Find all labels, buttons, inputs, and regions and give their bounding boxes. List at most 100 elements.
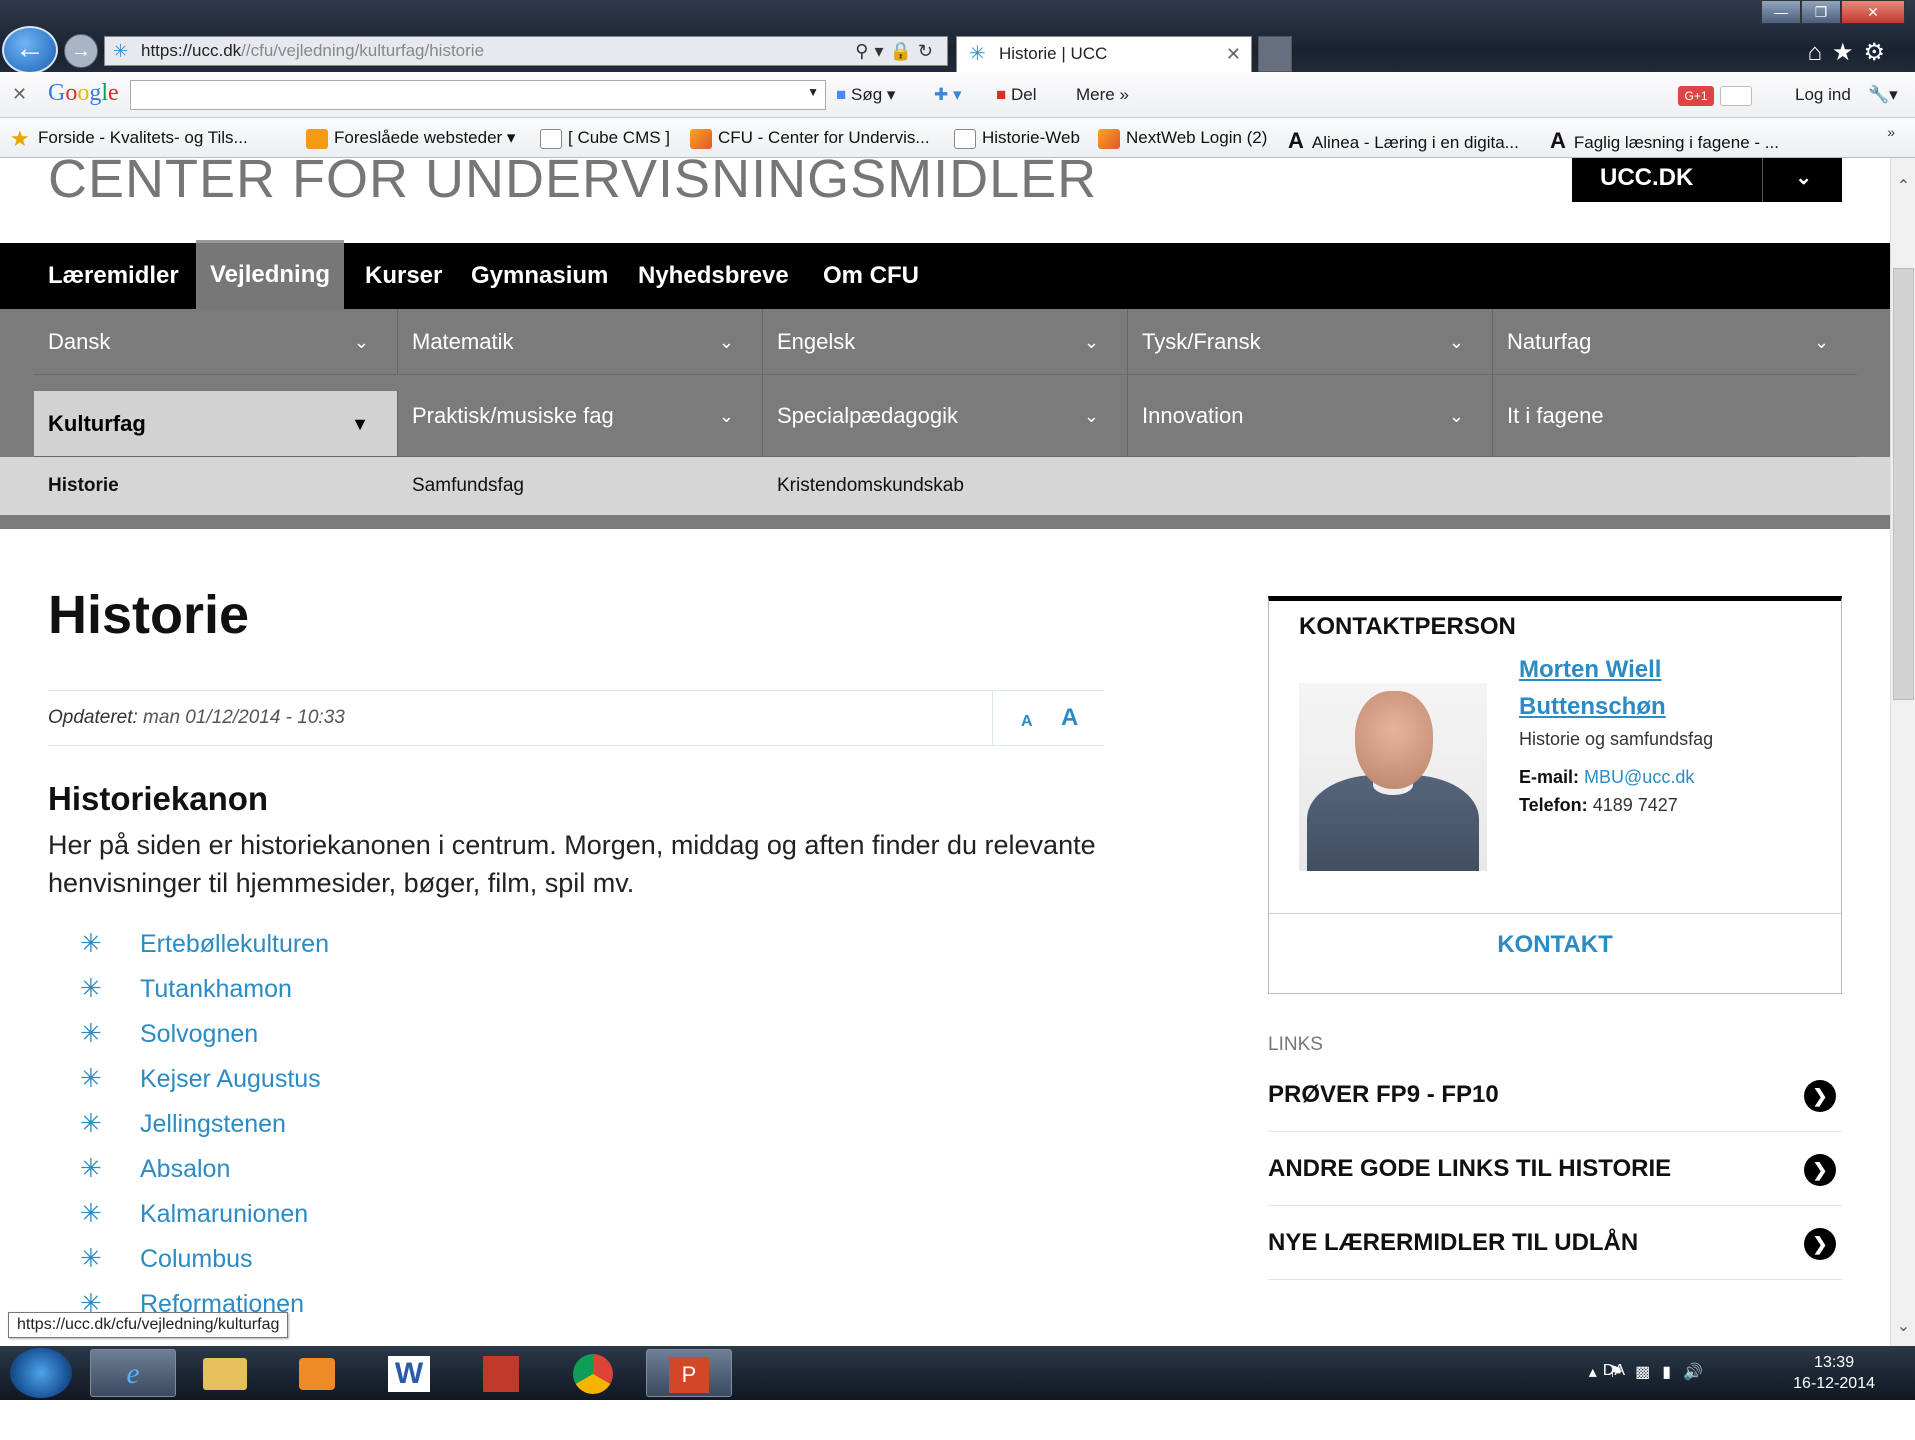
gplus-button[interactable]: G+1 (1678, 86, 1714, 106)
bullet-icon: ✳ (80, 1063, 102, 1093)
link-item[interactable]: NYE LÆRERMIDLER TIL UDLÅN ❯ (1268, 1206, 1842, 1280)
search-label: Søg (851, 85, 883, 104)
gear-icon[interactable]: ⚙ (1863, 39, 1895, 66)
kanon-link[interactable]: Kalmarunionen (140, 1200, 308, 1228)
subject-engelsk[interactable]: Engelsk ⌄ (763, 309, 1128, 375)
subsubject-samfundsfag[interactable]: Samfundsfag (412, 457, 524, 515)
ucc-label: UCC.DK (1600, 164, 1694, 191)
kanon-link[interactable]: Ertebøllekulturen (140, 930, 329, 958)
toggle-switch[interactable] (1720, 86, 1752, 106)
favorites-star-icon[interactable]: ★ (1832, 39, 1864, 66)
scrollbar-thumb[interactable] (1893, 268, 1914, 700)
ie-taskbar-icon[interactable]: e (90, 1349, 176, 1397)
address-tools-icons[interactable]: ⚲▾🔒↻ (855, 37, 939, 65)
app-taskbar-icon[interactable] (458, 1349, 544, 1397)
share-button[interactable]: ■ Del (996, 85, 1037, 105)
plus-icon[interactable]: ✚ ▾ (934, 85, 962, 105)
chevron-down-icon[interactable]: ⌄ (1795, 158, 1812, 200)
scroll-up-icon[interactable]: ⌃ (1891, 176, 1915, 196)
powerpoint-taskbar-icon[interactable]: P (646, 1349, 732, 1397)
subject-praktisk-musiske[interactable]: Praktisk/musiske fag ⌄ (398, 375, 763, 457)
kanon-link[interactable]: Columbus (140, 1245, 253, 1273)
clock[interactable]: 13:39 16-12-2014 (1793, 1352, 1875, 1394)
chevron-down-icon[interactable]: ▼ (807, 85, 819, 99)
browser-tab[interactable]: ✳ Historie | UCC ✕ (956, 36, 1252, 72)
forward-button[interactable]: → (64, 34, 98, 68)
favorite-item[interactable]: ★ Forside - Kvalitets- og Tils... (10, 127, 248, 149)
favorite-item[interactable]: A Faglig læsning i fagene - ... (1550, 128, 1779, 154)
word-taskbar-icon[interactable]: W (366, 1349, 452, 1397)
close-toolbar-icon[interactable]: ✕ (12, 84, 27, 105)
kanon-item[interactable]: ✳ Tutankhamon (80, 973, 329, 1020)
favorite-item[interactable]: NextWeb Login (2) (1098, 128, 1267, 149)
kanon-item[interactable]: ✳ Kalmarunionen (80, 1198, 329, 1245)
chrome-taskbar-icon[interactable] (550, 1349, 636, 1397)
subject-tysk-fransk[interactable]: Tysk/Fransk ⌄ (1128, 309, 1493, 375)
link-item[interactable]: PRØVER FP9 - FP10 ❯ (1268, 1058, 1842, 1132)
system-tray-icons[interactable]: ▴⚑▩▮🔊 (1589, 1362, 1715, 1382)
contact-button[interactable]: KONTAKT (1269, 931, 1841, 959)
subsubject-kristendomskundskab[interactable]: Kristendomskundskab (777, 457, 964, 515)
kanon-item[interactable]: ✳ Absalon (80, 1153, 329, 1200)
subject-innovation[interactable]: Innovation ⌄ (1128, 375, 1493, 457)
subject-matematik[interactable]: Matematik ⌄ (398, 309, 763, 375)
nav-item-nyhedsbreve[interactable]: Nyhedsbreve (638, 243, 789, 309)
favorite-item[interactable]: [ Cube CMS ] (540, 128, 670, 149)
favorite-item[interactable]: Historie-Web (954, 128, 1080, 149)
nav-item-vejledning[interactable]: Vejledning (196, 240, 345, 309)
start-button[interactable] (10, 1348, 72, 1398)
subsubject-historie[interactable]: Historie (48, 457, 119, 515)
nav-item-laeremidler[interactable]: Læremidler (48, 243, 179, 309)
site-title[interactable]: CENTER FOR UNDERVISNINGSMIDLER (48, 158, 1097, 210)
media-player-taskbar-icon[interactable] (274, 1349, 360, 1397)
email-link[interactable]: MBU@ucc.dk (1584, 767, 1694, 787)
back-button[interactable]: ← (2, 26, 58, 74)
kanon-item[interactable]: ✳ Ertebøllekulturen (80, 928, 329, 975)
favorite-label: Foreslåede websteder ▾ (334, 128, 516, 147)
explorer-taskbar-icon[interactable] (182, 1349, 268, 1397)
favorite-item[interactable]: CFU - Center for Undervis... (690, 128, 930, 149)
close-tab-icon[interactable]: ✕ (1226, 37, 1241, 71)
nav-item-om-cfu[interactable]: Om CFU (823, 243, 919, 309)
nav-item-gymnasium[interactable]: Gymnasium (471, 243, 608, 309)
kanon-link[interactable]: Kejser Augustus (140, 1065, 321, 1093)
more-label: Mere (1076, 85, 1115, 104)
nav-item-kurser[interactable]: Kurser (365, 243, 442, 309)
ucc-dk-menu[interactable]: UCC.DK ⌄ (1572, 158, 1842, 202)
kanon-link[interactable]: Tutankhamon (140, 975, 292, 1003)
kanon-link[interactable]: Absalon (140, 1155, 230, 1183)
kanon-item[interactable]: ✳ Solvognen (80, 1018, 329, 1065)
subject-it-i-fagene[interactable]: It i fagene (1493, 375, 1857, 457)
phone-label: Telefon: (1519, 795, 1588, 815)
wrench-icon[interactable]: 🔧▾ (1868, 85, 1898, 105)
maximize-button[interactable]: ❐ (1801, 0, 1841, 24)
kanon-item[interactable]: ✳ Jellingstenen (80, 1108, 329, 1155)
favorite-item[interactable]: Foreslåede websteder ▾ (306, 128, 515, 149)
kanon-link[interactable]: Solvognen (140, 1020, 258, 1048)
font-larger-button[interactable]: A (1061, 691, 1078, 745)
google-search-input[interactable]: ▼ (130, 80, 826, 110)
subject-naturfag[interactable]: Naturfag ⌄ (1493, 309, 1857, 375)
new-tab-button[interactable] (1258, 36, 1292, 72)
more-button[interactable]: Mere » (1076, 85, 1129, 105)
close-window-button[interactable]: ✕ (1841, 0, 1905, 24)
google-search-button[interactable]: ■ Søg ▾ (836, 85, 895, 105)
scroll-down-icon[interactable]: ⌄ (1891, 1316, 1915, 1336)
subject-label: Innovation (1142, 403, 1244, 428)
subject-dansk[interactable]: Dansk ⌄ (34, 309, 398, 375)
font-smaller-button[interactable]: A (1021, 695, 1033, 749)
kanon-item[interactable]: ✳ Columbus (80, 1243, 329, 1290)
kanon-item[interactable]: ✳ Kejser Augustus (80, 1063, 329, 1110)
subject-specialpaedagogik[interactable]: Specialpædagogik ⌄ (763, 375, 1128, 457)
login-link[interactable]: Log ind (1795, 85, 1851, 105)
kanon-link[interactable]: Jellingstenen (140, 1110, 286, 1138)
chevron-more-icon[interactable]: » (1887, 124, 1895, 140)
address-bar[interactable]: ✳ https://ucc.dk//cfu/vejledning/kulturf… (104, 36, 948, 66)
contact-name-link[interactable]: Morten Wiell Buttenschøn (1519, 651, 1719, 725)
minimize-button[interactable]: — (1761, 0, 1801, 24)
favorite-item[interactable]: A Alinea - Læring i en digita... (1288, 128, 1519, 154)
home-icon[interactable]: ⌂ (1807, 39, 1832, 66)
subject-kulturfag[interactable]: Kulturfag ▼ (34, 391, 398, 457)
link-item[interactable]: ANDRE GODE LINKS TIL HISTORIE ❯ (1268, 1132, 1842, 1206)
vertical-scrollbar[interactable]: ⌃ ⌄ (1890, 158, 1915, 1346)
